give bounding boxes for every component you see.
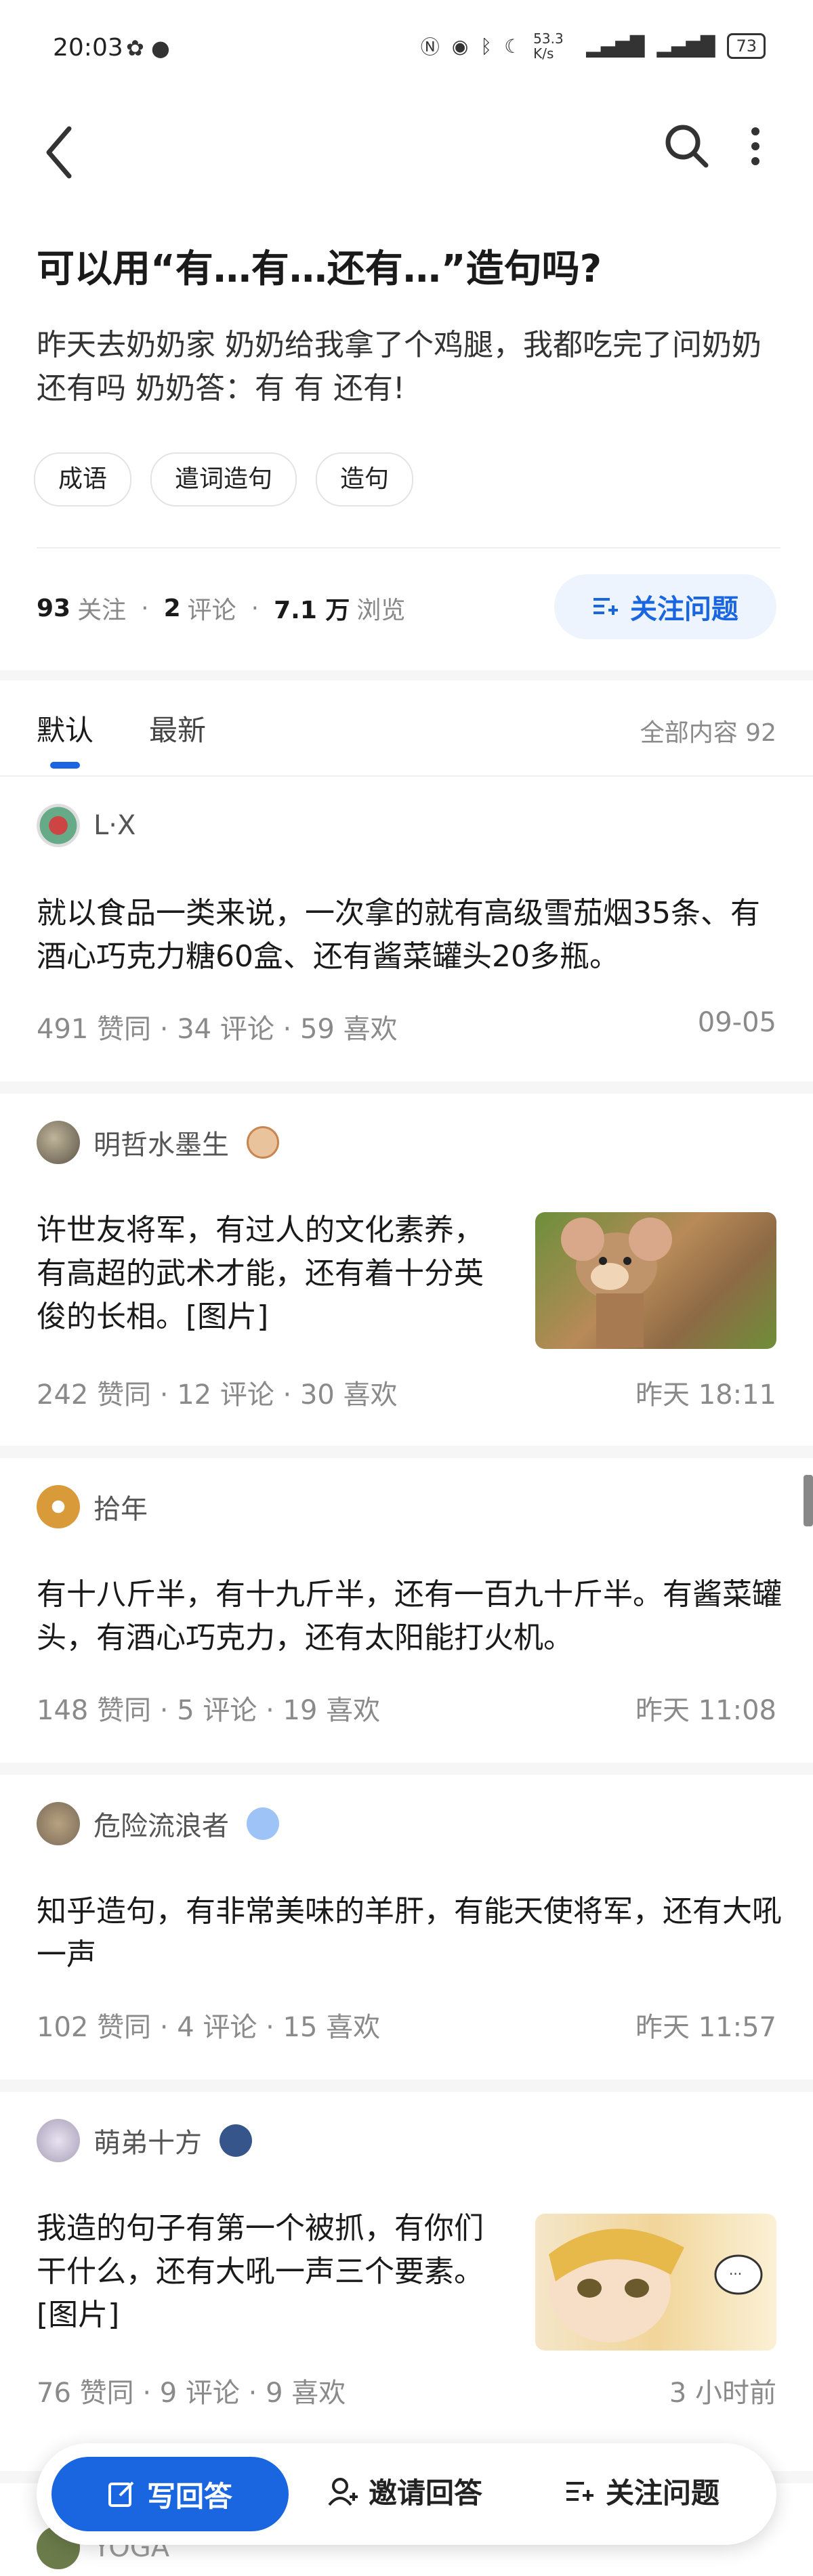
anime-character-image: ··· bbox=[549, 2229, 763, 2342]
avatar[interactable] bbox=[37, 2119, 80, 2162]
answer-date: 昨天 11:08 bbox=[635, 1695, 776, 1726]
back-arrow-icon[interactable] bbox=[41, 122, 81, 183]
question-description[interactable]: 昨天去奶奶家 奶奶给我拿了个鸡腿，我都吃完了问奶奶还有吗 奶奶答：有 有 还有! bbox=[37, 324, 782, 410]
nfc-icon: Ⓝ bbox=[420, 36, 440, 58]
answer-stats: 491 赞同 · 34 评论 · 59 喜欢 bbox=[37, 1014, 398, 1045]
write-answer-button[interactable]: 写回答 bbox=[51, 2457, 289, 2531]
moon-icon: ☾ bbox=[504, 35, 522, 58]
topic-tag[interactable]: 成语 bbox=[34, 452, 132, 507]
bottom-action-bar: 写回答 邀请回答 关注问题 bbox=[37, 2443, 776, 2545]
answer-tabs: 默认 最新 全部内容 92 bbox=[0, 681, 813, 777]
top-nav bbox=[0, 102, 813, 203]
answer-thumbnail[interactable]: ··· bbox=[535, 2214, 776, 2350]
avatar[interactable] bbox=[37, 804, 80, 847]
tab-active-indicator bbox=[50, 762, 80, 769]
follow-question-bottom-label: 关注问题 bbox=[606, 2476, 720, 2510]
network-speed: 53.3 K/s bbox=[533, 30, 564, 62]
divider bbox=[37, 547, 780, 549]
invite-answer-button[interactable]: 邀请回答 bbox=[328, 2470, 482, 2512]
verified-badge-icon bbox=[247, 1807, 279, 1840]
status-bar: 20:03 ✿ ● Ⓝ ◉ ᛒ ☾ 53.3 K/s ▂▄▆█ ▂▄▆█ 73 bbox=[0, 0, 813, 102]
avatar[interactable] bbox=[37, 1485, 80, 1528]
comments-count: 2 bbox=[163, 594, 181, 622]
search-icon[interactable] bbox=[663, 122, 711, 171]
author-name: 危险流浪者 bbox=[93, 1811, 229, 1842]
views-label: 浏览 bbox=[356, 597, 406, 624]
follow-question-label: 关注问题 bbox=[630, 594, 738, 625]
signal-icon: ▂▄▆█ bbox=[586, 35, 645, 58]
all-content-count: 全部内容 92 bbox=[640, 719, 776, 747]
answer-author[interactable]: 萌弟十方 bbox=[37, 2119, 252, 2162]
bluetooth-icon: ᛒ bbox=[480, 35, 493, 58]
battery-icon: 73 bbox=[727, 33, 766, 59]
answer-stats: 242 赞同 · 12 评论 · 30 喜欢 bbox=[37, 1379, 398, 1411]
write-answer-label: 写回答 bbox=[146, 2479, 232, 2513]
answer-card[interactable]: 萌弟十方 我造的句子有第一个被抓，有你们干什么，还有大吼一声三个要素。[图片] … bbox=[0, 2092, 813, 2471]
followers-count: 93 bbox=[37, 594, 71, 622]
vibrate-icon: ◉ bbox=[451, 35, 469, 58]
answer-content[interactable]: 就以食品一类来说，一次拿的就有高级雪茄烟35条、有酒心巧克力糖60盒、还有酱菜罐… bbox=[37, 892, 782, 979]
views-count: 7.1 万 bbox=[274, 597, 350, 624]
tab-newest[interactable]: 最新 bbox=[149, 708, 206, 749]
answer-date: 昨天 11:57 bbox=[635, 2012, 776, 2043]
answer-thumbnail[interactable] bbox=[535, 1212, 776, 1349]
status-icons: Ⓝ ◉ ᛒ ☾ 53.3 K/s ▂▄▆█ ▂▄▆█ 73 bbox=[421, 31, 766, 61]
answer-date: 09-05 bbox=[697, 1007, 776, 1038]
answer-stats: 102 赞同 · 4 评论 · 15 喜欢 bbox=[37, 2012, 381, 2043]
answer-content[interactable]: 知乎造句，有非常美味的羊肝，有能天使将军，还有大吼一声 bbox=[37, 1890, 782, 1977]
badge-icon bbox=[247, 1126, 279, 1159]
tab-default[interactable]: 默认 bbox=[37, 708, 93, 749]
answer-card[interactable]: 危险流浪者 知乎造句，有非常美味的羊肝，有能天使将军，还有大吼一声 102 赞同… bbox=[0, 1775, 813, 2080]
badge-icon bbox=[220, 2124, 252, 2157]
author-name: 明哲水墨生 bbox=[93, 1130, 229, 1161]
answer-stats: 148 赞同 · 5 评论 · 19 喜欢 bbox=[37, 1695, 381, 1726]
answer-stats: 76 赞同 · 9 评论 · 9 喜欢 bbox=[37, 2378, 346, 2409]
avatar[interactable] bbox=[37, 1802, 80, 1845]
signal-icon-2: ▂▄▆█ bbox=[656, 35, 715, 58]
author-name: L·X bbox=[93, 810, 136, 841]
follow-plus-icon bbox=[566, 2481, 593, 2501]
mouse-cartoon-image bbox=[561, 1218, 672, 1348]
author-name: 萌弟十方 bbox=[93, 2128, 202, 2159]
question-stats: 93 关注 · 2 评论 · 7.1 万 浏览 bbox=[37, 591, 405, 626]
answer-card[interactable]: 拾年 有十八斤半，有十九斤半，还有一百九十斤半。有酱菜罐头，有酒心巧克力，还有太… bbox=[0, 1458, 813, 1763]
avatar[interactable] bbox=[37, 1121, 80, 1164]
follow-question-button[interactable]: 关注问题 bbox=[554, 574, 776, 639]
followers-label: 关注 bbox=[77, 597, 127, 624]
invite-user-icon bbox=[328, 2477, 358, 2506]
answer-content[interactable]: 许世友将军，有过人的文化素养，有高超的武术才能，还有着十分英俊的长相。[图片] bbox=[37, 1209, 511, 1339]
scrollbar[interactable] bbox=[804, 1475, 813, 1526]
answer-content[interactable]: 我造的句子有第一个被抓，有你们干什么，还有大吼一声三个要素。[图片] bbox=[37, 2207, 511, 2337]
answer-author[interactable]: L·X bbox=[37, 804, 136, 847]
author-name: 拾年 bbox=[93, 1494, 148, 1525]
answer-date: 昨天 18:11 bbox=[635, 1379, 776, 1411]
comments-label[interactable]: 评论 bbox=[188, 591, 236, 626]
answer-author[interactable]: 拾年 bbox=[37, 1485, 148, 1528]
answer-author[interactable]: 明哲水墨生 bbox=[37, 1121, 279, 1164]
answer-card[interactable]: 明哲水墨生 许世友将军，有过人的文化素养，有高超的武术才能，还有着十分英俊的长相… bbox=[0, 1094, 813, 1446]
invite-answer-label: 邀请回答 bbox=[369, 2476, 483, 2510]
follow-question-bottom-button[interactable]: 关注问题 bbox=[565, 2470, 720, 2512]
svg-text:···: ··· bbox=[729, 2266, 742, 2282]
question-title: 可以用“有…有…还有…”造句吗? bbox=[37, 247, 602, 291]
answer-card[interactable]: L·X 就以食品一类来说，一次拿的就有高级雪茄烟35条、有酒心巧克力糖60盒、还… bbox=[0, 777, 813, 1081]
topic-tags: 成语 遣词造句 造句 bbox=[34, 452, 414, 507]
topic-tag[interactable]: 造句 bbox=[316, 452, 414, 507]
answer-content[interactable]: 有十八斤半，有十九斤半，还有一百九十斤半。有酱菜罐头，有酒心巧克力，还有太阳能打… bbox=[37, 1573, 782, 1660]
answer-author[interactable]: 危险流浪者 bbox=[37, 1802, 279, 1845]
more-vertical-icon[interactable] bbox=[745, 122, 766, 171]
chat-notification-icon: ✿ ● bbox=[126, 35, 170, 61]
topic-tag[interactable]: 遣词造句 bbox=[150, 452, 297, 507]
follow-plus-icon bbox=[593, 598, 618, 615]
edit-icon bbox=[108, 2481, 134, 2507]
answer-date: 3 小时前 bbox=[669, 2378, 776, 2409]
status-time: 20:03 bbox=[53, 34, 123, 62]
question-header: 可以用“有…有…还有…”造句吗? 昨天去奶奶家 奶奶给我拿了个鸡腿，我都吃完了问… bbox=[0, 203, 813, 670]
